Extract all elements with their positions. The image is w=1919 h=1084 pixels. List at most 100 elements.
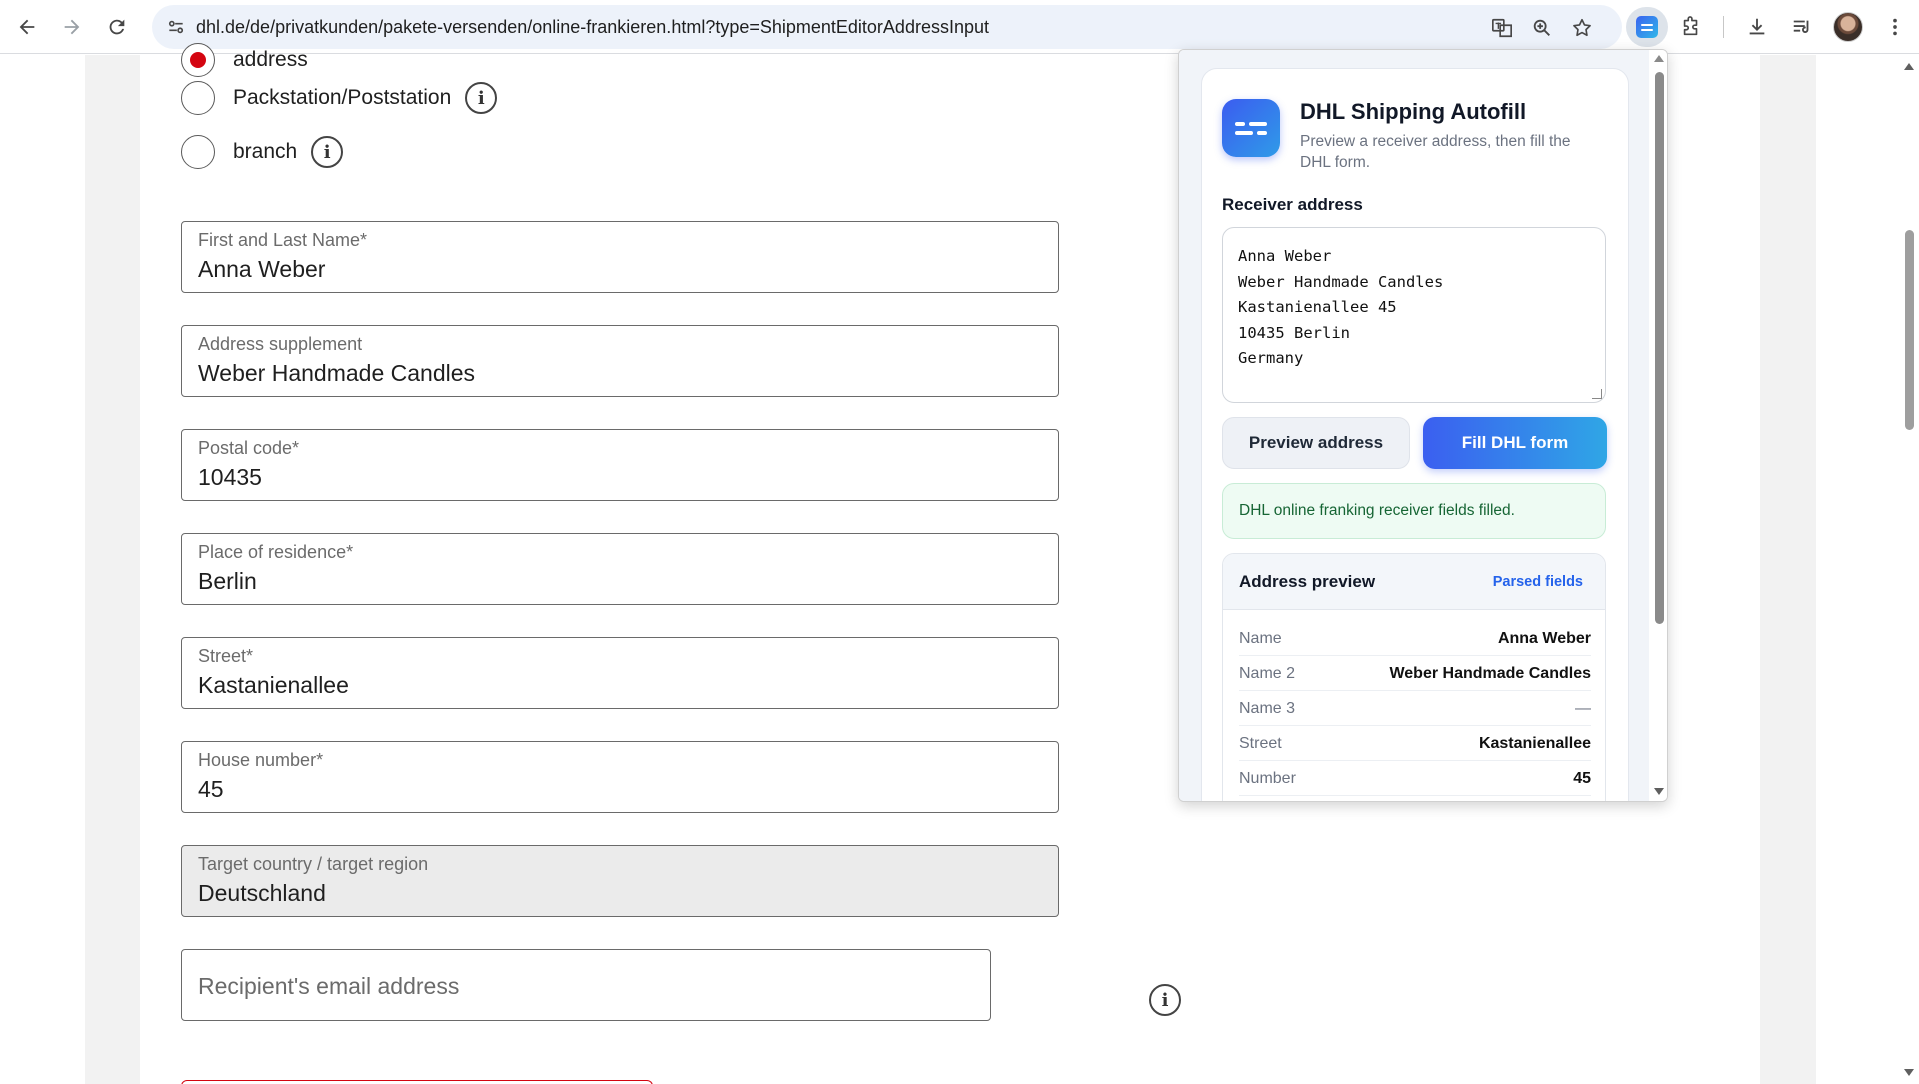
name-field[interactable]: First and Last Name* Anna Weber <box>181 221 1059 293</box>
field-value: Deutschland <box>198 880 326 906</box>
extensions-puzzle-icon[interactable] <box>1676 12 1706 42</box>
receiver-address-text[interactable]: Anna Weber Weber Handmade Candles Kastan… <box>1238 247 1443 367</box>
preview-key: Number <box>1239 770 1296 787</box>
status-message: DHL online franking receiver fields fill… <box>1222 483 1606 539</box>
preview-row-street: Street Kastanienallee <box>1239 726 1591 761</box>
address-preview-card: Address preview Parsed fields Name Anna … <box>1222 553 1606 801</box>
extension-popup: DHL Shipping Autofill Preview a receiver… <box>1178 49 1668 802</box>
arrow-left-icon <box>19 19 35 35</box>
preview-value: 45 <box>1573 770 1591 787</box>
resize-handle[interactable] <box>1592 389 1602 399</box>
popup-card: DHL Shipping Autofill Preview a receiver… <box>1201 68 1629 801</box>
field-label: Target country / target region <box>198 854 429 874</box>
media-control-icon[interactable] <box>1787 12 1817 42</box>
url-text[interactable]: dhl.de/de/privatkunden/pakete-versenden/… <box>196 17 989 38</box>
arrow-right-icon <box>64 19 80 35</box>
receiver-address-label: Receiver address <box>1222 195 1363 214</box>
preview-row-postal-code: Postal code 10435 <box>1239 796 1591 801</box>
popup-scrollbar[interactable] <box>1650 50 1667 801</box>
address-bar[interactable]: dhl.de/de/privatkunden/pakete-versenden/… <box>152 5 1622 49</box>
radio-button[interactable] <box>181 43 215 77</box>
reload-icon <box>109 19 125 35</box>
address-supplement-field[interactable]: Address supplement Weber Handmade Candle… <box>181 325 1059 397</box>
preview-value: Anna Weber <box>1497 630 1591 647</box>
radio-button[interactable] <box>181 135 215 169</box>
next-button-partial[interactable] <box>181 1080 653 1084</box>
popup-scroll-thumb[interactable] <box>1655 72 1664 624</box>
radio-option-branch[interactable]: branch i <box>181 135 344 169</box>
radio-label: branch <box>233 140 298 163</box>
field-value[interactable]: Berlin <box>198 568 257 595</box>
back-button[interactable] <box>10 10 44 44</box>
preview-value: Kastanienallee <box>1478 735 1591 752</box>
field-label: House number* <box>198 750 324 770</box>
receiver-address-textarea[interactable]: Anna Weber Weber Handmade Candles Kastan… <box>1222 227 1606 403</box>
page-margin-left <box>0 55 85 1084</box>
scroll-down-arrow[interactable] <box>1904 1069 1914 1076</box>
field-label: Address supplement <box>198 334 363 354</box>
zoom-icon[interactable] <box>1528 14 1556 42</box>
page-gutter-right <box>1760 55 1816 1084</box>
radio-label: address <box>233 48 308 71</box>
app-logo-icon <box>1222 99 1280 157</box>
profile-avatar[interactable] <box>1833 12 1863 42</box>
site-info-icon[interactable] <box>162 13 190 41</box>
preview-row-number: Number 45 <box>1239 761 1591 796</box>
app-subtitle: Preview a receiver address, then fill th… <box>1300 133 1571 171</box>
city-field[interactable]: Place of residence* Berlin <box>181 533 1059 605</box>
field-value[interactable]: 10435 <box>198 464 262 491</box>
popup-scroll-down-arrow[interactable] <box>1654 788 1664 795</box>
email-field[interactable]: Recipient's email address <box>181 949 991 1021</box>
popup-body: DHL Shipping Autofill Preview a receiver… <box>1179 50 1649 801</box>
field-value[interactable]: Weber Handmade Candles <box>198 360 475 387</box>
fill-dhl-form-button[interactable]: Fill DHL form <box>1423 417 1607 469</box>
preview-key: Name 2 <box>1239 665 1296 682</box>
preview-key: Name 3 <box>1239 700 1296 717</box>
field-label: Street* <box>198 646 254 666</box>
preview-value: — <box>1575 700 1591 717</box>
popup-scroll-up-arrow[interactable] <box>1654 55 1664 62</box>
parsed-fields-badge: Parsed fields <box>1492 574 1583 590</box>
preview-key: Street <box>1239 735 1282 752</box>
dhl-autofill-extension-button[interactable] <box>1626 7 1668 47</box>
scroll-up-arrow[interactable] <box>1904 63 1914 70</box>
street-field[interactable]: Street* Kastanienallee <box>181 637 1059 709</box>
field-label: Place of residence* <box>198 542 354 562</box>
field-label: First and Last Name* <box>198 230 368 250</box>
radio-button[interactable] <box>181 81 215 115</box>
dhl-autofill-icon <box>1636 16 1658 38</box>
field-value[interactable]: Anna Weber <box>198 256 325 283</box>
reload-button[interactable] <box>100 10 134 44</box>
toolbar-divider <box>1723 16 1724 38</box>
email-placeholder: Recipient's email address <box>198 973 460 999</box>
preview-header: Address preview Parsed fields <box>1223 554 1605 610</box>
page-scrollbar[interactable] <box>1900 55 1919 1084</box>
field-value[interactable]: Kastanienallee <box>198 672 349 699</box>
email-info-icon[interactable]: i <box>1149 984 1181 1016</box>
menu-kebab-icon[interactable] <box>1880 12 1910 42</box>
preview-row-name3: Name 3 — <box>1239 691 1591 726</box>
preview-key: Name <box>1239 630 1282 647</box>
field-label: Postal code* <box>198 438 300 458</box>
radio-option-packstation[interactable]: Packstation/Poststation i <box>181 81 498 115</box>
info-icon[interactable]: i <box>465 82 498 114</box>
scroll-thumb[interactable] <box>1905 230 1914 430</box>
forward-button[interactable] <box>55 10 89 44</box>
radio-option-address[interactable]: address <box>181 43 308 77</box>
downloads-icon[interactable] <box>1742 12 1772 42</box>
house-number-field[interactable]: House number* 45 <box>181 741 1059 813</box>
postal-code-field[interactable]: Postal code* 10435 <box>181 429 1059 501</box>
preview-row-name: Name Anna Weber <box>1239 621 1591 656</box>
info-icon[interactable]: i <box>311 136 344 168</box>
preview-address-button[interactable]: Preview address <box>1222 417 1410 469</box>
country-field: Target country / target region Deutschla… <box>181 845 1059 917</box>
bookmark-star-icon[interactable] <box>1568 14 1596 42</box>
field-value[interactable]: 45 <box>198 776 224 803</box>
preview-title: Address preview <box>1239 572 1376 591</box>
radio-label: Packstation/Poststation <box>233 86 452 109</box>
app-title: DHL Shipping Autofill <box>1300 99 1527 124</box>
page-gutter-left <box>85 55 140 1084</box>
preview-row-name2: Name 2 Weber Handmade Candles <box>1239 656 1591 691</box>
preview-value: Weber Handmade Candles <box>1389 665 1591 682</box>
translate-icon[interactable] <box>1488 14 1516 42</box>
